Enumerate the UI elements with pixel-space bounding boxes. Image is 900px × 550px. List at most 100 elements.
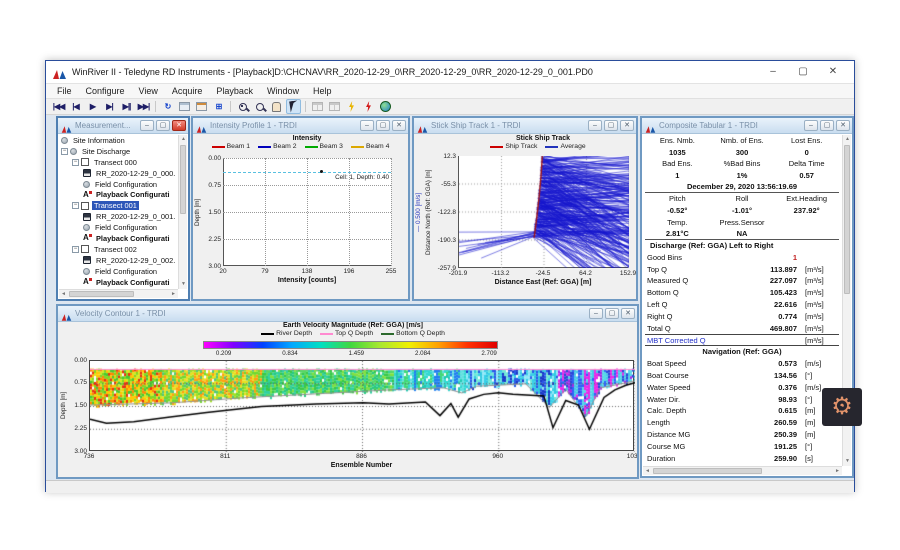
tile-windows-button[interactable]: ⊞ xyxy=(211,99,226,114)
tree-expander[interactable]: − xyxy=(61,148,68,155)
tree-expander[interactable]: − xyxy=(72,159,79,166)
tree-item[interactable]: −Transect 000 xyxy=(59,157,178,168)
tree-item[interactable]: Playback Configurati xyxy=(59,233,178,244)
tree-item[interactable]: Field Configuration xyxy=(59,266,178,277)
step-back-button[interactable]: |◀ xyxy=(68,99,83,114)
panel-minimize-button[interactable]: – xyxy=(360,120,374,131)
tree-horizontal-scrollbar[interactable]: ◄► xyxy=(59,289,178,298)
panel-title: Intensity Profile 1 - TRDI xyxy=(210,121,360,130)
grid-disabled-button-1[interactable] xyxy=(310,99,325,114)
menu-help[interactable]: Help xyxy=(306,84,339,99)
tabular-titlebar[interactable]: Composite Tabular 1 - TRDI – ▢ ✕ xyxy=(642,118,852,134)
menu-file[interactable]: File xyxy=(50,84,79,99)
tree-item[interactable]: RR_2020-12-29_0_001. xyxy=(59,211,178,222)
panel-close-button[interactable]: ✕ xyxy=(836,120,850,131)
tree-expander[interactable]: − xyxy=(72,246,79,253)
step-forward-button[interactable]: ▶| xyxy=(102,99,117,114)
tree-item[interactable]: Field Configuration xyxy=(59,179,178,190)
tree-item-label: RR_2020-12-29_0_000. xyxy=(94,169,177,178)
gridline-vertical xyxy=(307,158,308,266)
tree-item[interactable]: Field Configuration xyxy=(59,222,178,233)
shiptrack-plot[interactable] xyxy=(458,156,628,268)
grid-disabled-button-2[interactable] xyxy=(327,99,342,114)
panel-minimize-button[interactable]: – xyxy=(588,120,602,131)
goto-ensemble-button[interactable] xyxy=(194,99,209,114)
tree-item-label: Field Configuration xyxy=(93,267,159,276)
panel-maximize-button[interactable]: ▢ xyxy=(605,308,619,319)
scroll-thumb[interactable] xyxy=(69,291,134,297)
panel-close-button[interactable]: ✕ xyxy=(172,120,186,131)
tree-expander[interactable]: − xyxy=(72,202,79,209)
contour-canvas[interactable] xyxy=(90,361,635,452)
tree-item[interactable]: −Transect 001 xyxy=(59,200,178,211)
scroll-arrow[interactable]: ► xyxy=(169,290,178,299)
tree-item[interactable]: RR_2020-12-29_0_000. xyxy=(59,168,178,179)
tree-item[interactable]: −Site Discharge xyxy=(59,146,178,157)
close-button[interactable]: ✕ xyxy=(818,62,848,82)
menu-window[interactable]: Window xyxy=(260,84,306,99)
tree-item[interactable]: Site Information xyxy=(59,135,178,146)
titlebar[interactable]: WinRiver II - Teledyne RD Instruments - … xyxy=(46,61,854,83)
panel-maximize-button[interactable]: ▢ xyxy=(820,120,834,131)
zoom-out-button[interactable] xyxy=(252,99,267,114)
panel-close-button[interactable]: ✕ xyxy=(620,120,634,131)
panel-maximize-button[interactable]: ▢ xyxy=(376,120,390,131)
tree-checkbox[interactable] xyxy=(81,245,89,253)
panel-minimize-button[interactable]: – xyxy=(589,308,603,319)
world-button[interactable] xyxy=(378,99,393,114)
tree-item[interactable]: −Transect 002 xyxy=(59,244,178,255)
tree-vertical-scrollbar[interactable]: ▲▼ xyxy=(178,135,187,289)
scroll-arrow[interactable]: ► xyxy=(833,467,842,476)
tree-checkbox[interactable] xyxy=(81,158,89,166)
tabular-horizontal-scrollbar[interactable]: ◄► xyxy=(643,466,842,475)
scroll-arrow[interactable]: ◄ xyxy=(59,290,68,299)
shiptrack-canvas[interactable] xyxy=(459,156,629,268)
maximize-button[interactable]: ▢ xyxy=(788,62,818,82)
velocity-contour-panel: Velocity Contour 1 - TRDI – ▢ ✕ Earth Ve… xyxy=(56,304,639,479)
menu-configure[interactable]: Configure xyxy=(79,84,132,99)
measurement-titlebar[interactable]: Measurement... – ▢ ✕ xyxy=(58,118,188,134)
scroll-arrow[interactable]: ◄ xyxy=(643,467,652,476)
play-slower-button[interactable]: ▶|| xyxy=(119,99,134,114)
quick-process-button[interactable] xyxy=(344,99,359,114)
menu-view[interactable]: View xyxy=(132,84,165,99)
stop-process-button[interactable] xyxy=(361,99,376,114)
scroll-arrow[interactable]: ▲ xyxy=(843,135,852,144)
panel-close-button[interactable]: ✕ xyxy=(621,308,635,319)
zoom-in-button[interactable] xyxy=(235,99,250,114)
panel-close-button[interactable]: ✕ xyxy=(392,120,406,131)
menu-acquire[interactable]: Acquire xyxy=(165,84,210,99)
properties-window-button[interactable] xyxy=(177,99,192,114)
scroll-thumb[interactable] xyxy=(844,145,850,294)
scroll-arrow[interactable]: ▼ xyxy=(843,457,852,466)
shiptrack-titlebar[interactable]: Stick Ship Track 1 - TRDI – ▢ ✕ xyxy=(414,118,636,134)
contour-plot[interactable] xyxy=(89,360,634,451)
scroll-thumb[interactable] xyxy=(653,468,762,474)
panel-maximize-button[interactable]: ▢ xyxy=(156,120,170,131)
tree-item[interactable]: RR_2020-12-29_0_002. xyxy=(59,255,178,266)
scroll-thumb[interactable] xyxy=(180,145,186,214)
pan-hand-button[interactable] xyxy=(269,99,284,114)
goto-last-ensemble-button[interactable]: ▶▶| xyxy=(136,99,151,114)
panel-minimize-button[interactable]: – xyxy=(140,120,154,131)
contour-titlebar[interactable]: Velocity Contour 1 - TRDI – ▢ ✕ xyxy=(58,306,637,322)
select-cursor-button[interactable] xyxy=(286,99,301,114)
panel-minimize-button[interactable]: – xyxy=(804,120,818,131)
panel-maximize-button[interactable]: ▢ xyxy=(604,120,618,131)
minimize-button[interactable]: – xyxy=(758,62,788,82)
tree-item[interactable]: Playback Configurati xyxy=(59,277,178,288)
row-value: 227.097 xyxy=(735,275,797,287)
scroll-arrow[interactable]: ▲ xyxy=(179,135,188,144)
intensity-titlebar[interactable]: Intensity Profile 1 - TRDI – ▢ ✕ xyxy=(193,118,408,134)
goto-first-ensemble-button[interactable]: |◀◀ xyxy=(51,99,66,114)
world-icon xyxy=(380,101,391,112)
sphere-icon xyxy=(83,224,90,231)
tree-item[interactable]: Playback Configurati xyxy=(59,189,178,200)
tree-checkbox[interactable] xyxy=(81,202,89,210)
legend-label: Beam 3 xyxy=(320,143,343,150)
menu-playback[interactable]: Playback xyxy=(209,84,260,99)
scroll-arrow[interactable]: ▼ xyxy=(179,280,188,289)
play-button[interactable]: ▶ xyxy=(85,99,100,114)
reprocess-button[interactable]: ↻ xyxy=(160,99,175,114)
screen-recorder-overlay[interactable]: ⚙ ▶ xyxy=(822,388,862,426)
